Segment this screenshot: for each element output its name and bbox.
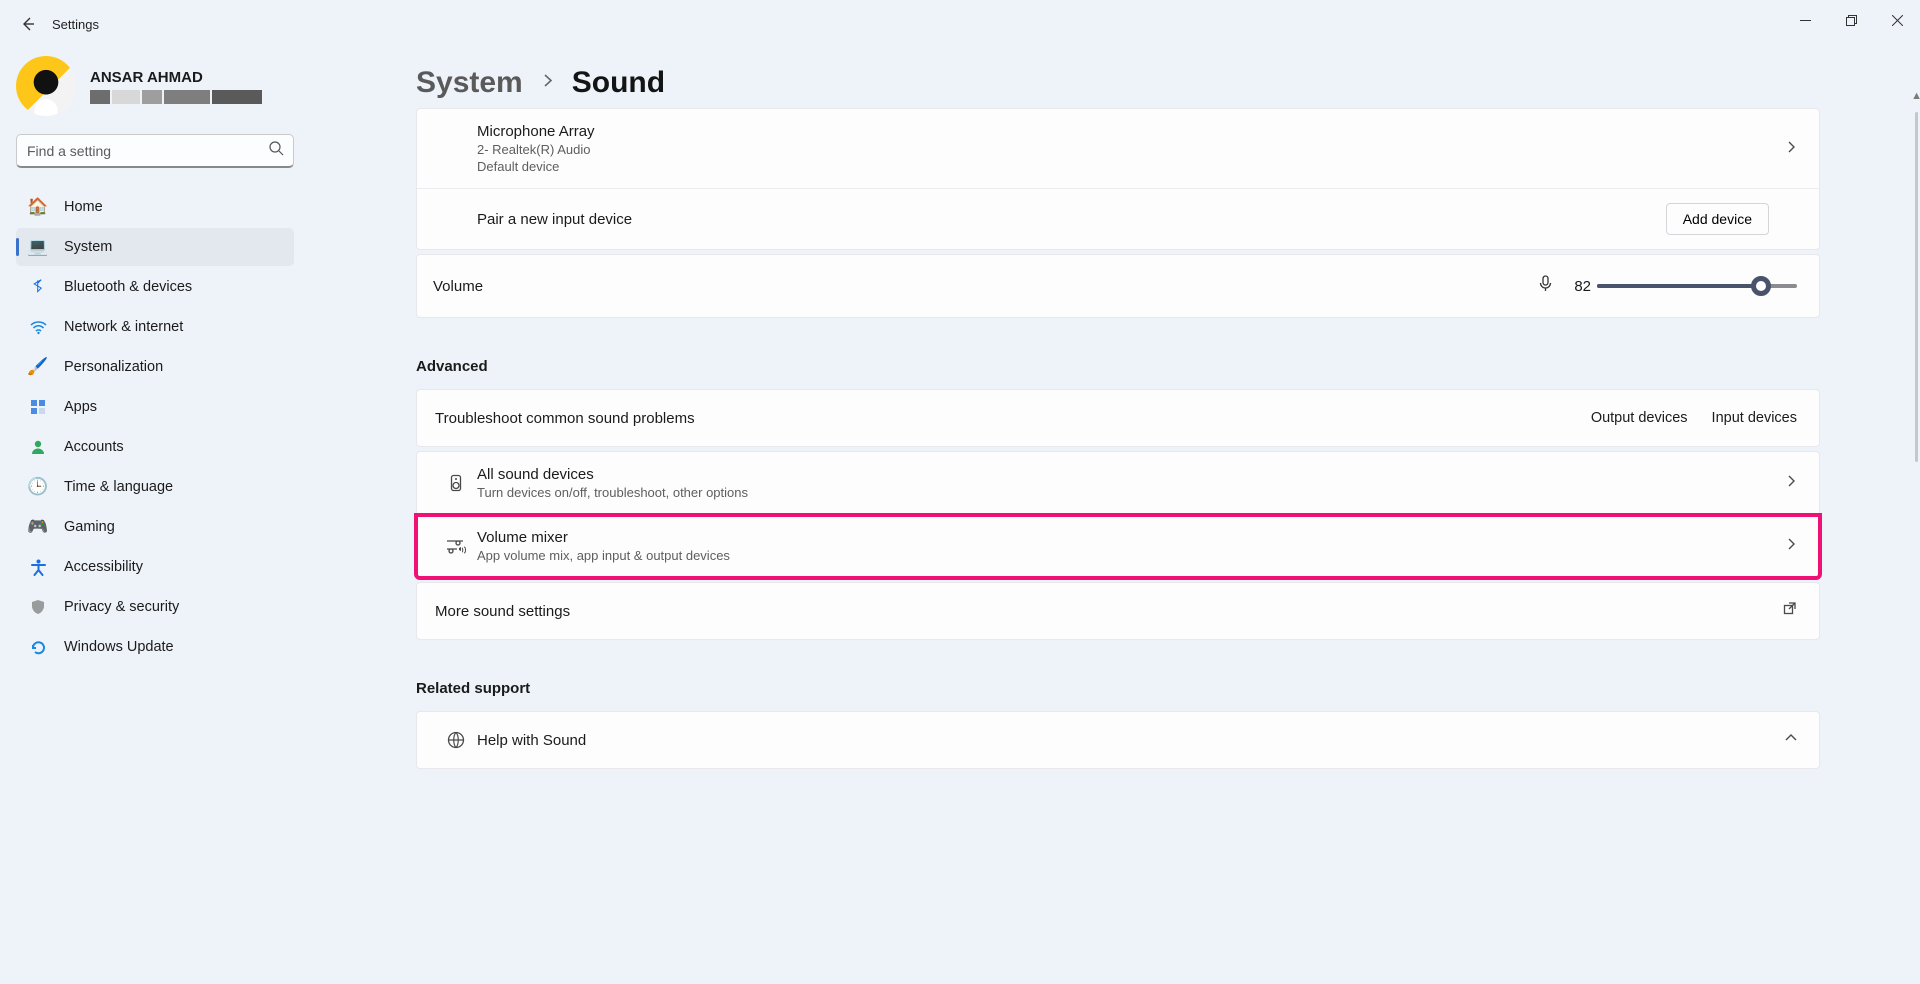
search-icon [269,141,284,161]
nav-label: Network & internet [64,319,183,335]
user-name: ANSAR AHMAD [90,69,262,86]
bluetooth-icon [28,277,48,297]
nav-label: System [64,239,112,255]
close-button[interactable] [1874,0,1920,40]
external-link-icon [1782,601,1797,621]
nav-label: Gaming [64,519,115,535]
search-container [16,134,294,168]
close-icon [1892,15,1903,26]
input-volume-card: Volume 82 [416,254,1820,318]
help-label: Help with Sound [477,732,1785,749]
nav-label: Bluetooth & devices [64,279,192,295]
mixer-sub: App volume mix, app input & output devic… [477,548,1785,563]
maximize-button[interactable] [1828,0,1874,40]
scrollbar[interactable]: ▲ [1915,112,1918,462]
maximize-icon [1846,15,1857,26]
nav-home[interactable]: 🏠 Home [16,188,294,226]
breadcrumb: System Sound [416,66,1820,100]
add-device-button[interactable]: Add device [1666,203,1769,235]
all-sound-devices-row[interactable]: All sound devices Turn devices on/off, t… [416,451,1820,515]
mixer-title: Volume mixer [477,529,1785,546]
scroll-up-arrow-icon: ▲ [1911,90,1920,102]
input-devices-link[interactable]: Input devices [1712,410,1797,426]
nav-system[interactable]: 💻 System [16,228,294,266]
apps-icon [28,397,48,417]
section-advanced: Advanced [416,358,1820,375]
nav-label: Accessibility [64,559,143,575]
nav-accessibility[interactable]: Accessibility [16,548,294,586]
nav-label: Home [64,199,103,215]
nav-label: Personalization [64,359,163,375]
breadcrumb-parent[interactable]: System [416,66,523,100]
nav-label: Time & language [64,479,173,495]
chevron-right-icon [1785,140,1797,158]
all-sound-title: All sound devices [477,466,1785,483]
nav-label: Windows Update [64,639,174,655]
clock-icon: 🕒 [28,477,48,497]
volume-label: Volume [433,278,1537,295]
speaker-device-icon [435,474,477,492]
input-devices-card: Microphone Array 2- Realtek(R) Audio Def… [416,108,1820,250]
output-devices-link[interactable]: Output devices [1591,410,1688,426]
nav-label: Privacy & security [64,599,179,615]
brush-icon: 🖌️ [28,357,48,377]
pair-device-row: Pair a new input device Add device [417,188,1819,249]
globe-icon [435,731,477,749]
accessibility-icon [28,557,48,577]
search-input[interactable] [16,134,294,168]
microphone-row[interactable]: Microphone Array 2- Realtek(R) Audio Def… [417,109,1819,188]
nav-privacy[interactable]: Privacy & security [16,588,294,626]
minimize-button[interactable] [1782,0,1828,40]
mixer-icon [435,536,477,556]
mic-sub1: 2- Realtek(R) Audio [477,142,1785,157]
section-related: Related support [416,680,1820,697]
mic-sub2: Default device [477,159,1785,174]
avatar [16,56,76,116]
troubleshoot-label: Troubleshoot common sound problems [435,410,1591,427]
user-profile[interactable]: ANSAR AHMAD [16,56,294,116]
update-icon [28,637,48,657]
shield-icon [28,597,48,617]
volume-slider[interactable] [1597,284,1797,288]
nav-gaming[interactable]: 🎮 Gaming [16,508,294,546]
mic-title: Microphone Array [477,123,1785,140]
all-sound-sub: Turn devices on/off, troubleshoot, other… [477,485,1785,500]
chevron-right-icon [1785,474,1797,492]
nav-network[interactable]: Network & internet [16,308,294,346]
chevron-right-icon [1785,537,1797,555]
minimize-icon [1800,15,1811,26]
wifi-icon [28,317,48,337]
chevron-up-icon [1785,731,1797,749]
nav-accounts[interactable]: Accounts [16,428,294,466]
user-email-redacted [90,90,262,104]
volume-mixer-row[interactable]: Volume mixer App volume mix, app input &… [416,515,1820,578]
gamepad-icon: 🎮 [28,517,48,537]
window-title: Settings [52,17,99,32]
more-sound-settings-row[interactable]: More sound settings [416,582,1820,640]
arrow-left-icon [20,16,36,32]
nav-time[interactable]: 🕒 Time & language [16,468,294,506]
volume-value: 82 [1574,278,1591,295]
help-with-sound-row[interactable]: Help with Sound [416,711,1820,769]
chevron-right-icon [541,74,554,92]
nav-personalization[interactable]: 🖌️ Personalization [16,348,294,386]
more-label: More sound settings [435,603,1782,620]
microphone-icon[interactable] [1537,275,1554,297]
nav-label: Accounts [64,439,124,455]
system-icon: 💻 [28,237,48,257]
troubleshoot-card: Troubleshoot common sound problems Outpu… [416,389,1820,447]
nav-bluetooth[interactable]: Bluetooth & devices [16,268,294,306]
breadcrumb-current: Sound [572,66,665,100]
nav-update[interactable]: Windows Update [16,628,294,666]
nav-apps[interactable]: Apps [16,388,294,426]
nav-label: Apps [64,399,97,415]
pair-label: Pair a new input device [477,211,1666,228]
home-icon: 🏠 [28,197,48,217]
back-button[interactable] [8,4,48,44]
person-icon [28,437,48,457]
